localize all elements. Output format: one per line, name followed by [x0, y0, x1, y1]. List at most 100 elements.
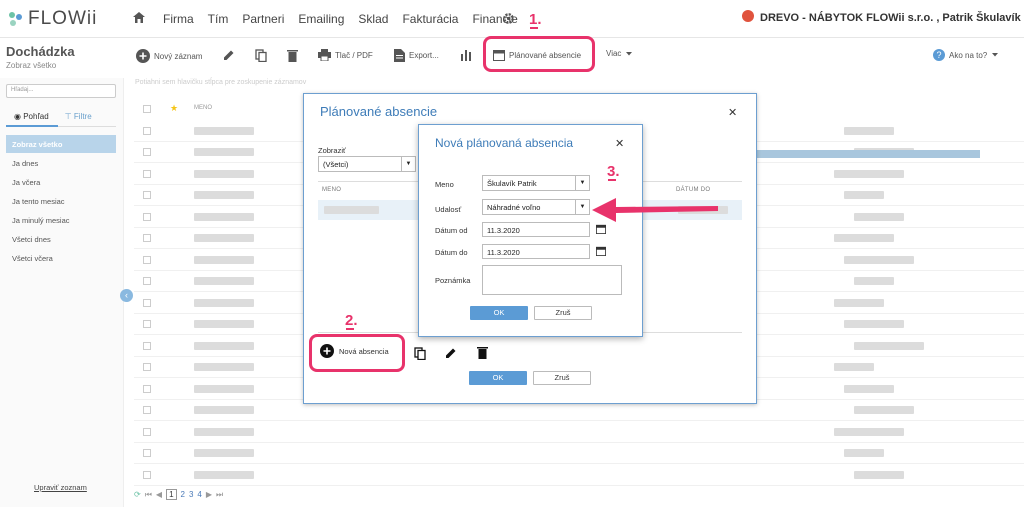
- sidebar-item-all-yesterday[interactable]: Všetci včera: [6, 249, 116, 267]
- row-checkbox[interactable]: [143, 449, 151, 457]
- print-pdf-label: Tlač / PDF: [335, 50, 373, 60]
- row-checkbox[interactable]: [143, 169, 151, 178]
- date-to-field[interactable]: 11.3.2020: [482, 244, 590, 259]
- print-pdf-button[interactable]: Tlač / PDF: [318, 49, 373, 61]
- nav-item-fakturacia[interactable]: Fakturácia: [402, 12, 458, 26]
- help-icon: ?: [933, 49, 945, 61]
- bar-chart-icon[interactable]: [460, 49, 472, 61]
- grid-col-name[interactable]: MENO: [194, 105, 212, 111]
- blurred-cell: [194, 320, 254, 328]
- sidebar-search-input[interactable]: Hľadaj...: [6, 84, 116, 98]
- table-row[interactable]: [134, 421, 1024, 443]
- show-label: Zobraziť: [318, 146, 346, 155]
- page-3[interactable]: 3: [189, 490, 193, 499]
- blurred-cell: [194, 234, 254, 242]
- collapse-sidebar-icon[interactable]: ‹: [120, 289, 133, 302]
- printer-icon: [318, 49, 331, 61]
- select-all-checkbox[interactable]: [143, 105, 151, 113]
- dialog-title: Plánované absencie: [320, 104, 438, 119]
- note-textarea[interactable]: [482, 265, 622, 295]
- page-subtitle: Zobraz všetko: [6, 61, 57, 70]
- sidebar-item-me-last-month[interactable]: Ja minulý mesiac: [6, 211, 116, 229]
- show-select[interactable]: (Všetci) ▼: [318, 156, 416, 172]
- calendar-icon[interactable]: [596, 246, 606, 256]
- nav-item-emailing[interactable]: Emailing: [298, 12, 344, 26]
- tab-filters[interactable]: ⊤ Filtre: [65, 112, 92, 121]
- manage-list-link[interactable]: Upraviť zoznam: [34, 483, 87, 492]
- export-button[interactable]: Export...: [394, 49, 439, 62]
- nav-item-partneri[interactable]: Partneri: [242, 12, 284, 26]
- nav-item-firma[interactable]: Firma: [163, 12, 194, 26]
- row-checkbox[interactable]: [143, 427, 151, 436]
- date-from-field[interactable]: 11.3.2020: [482, 222, 590, 237]
- row-checkbox[interactable]: [143, 341, 151, 350]
- copy-icon[interactable]: [414, 347, 426, 360]
- col-name-header[interactable]: MENO: [322, 187, 341, 193]
- page-4[interactable]: 4: [197, 490, 201, 499]
- row-checkbox[interactable]: [143, 384, 151, 393]
- sidebar-item-me-this-month[interactable]: Ja tento mesiac: [6, 192, 116, 210]
- copy-icon[interactable]: [255, 49, 267, 62]
- notification-badge-icon[interactable]: [742, 10, 754, 22]
- row-checkbox[interactable]: [143, 470, 151, 479]
- row-checkbox[interactable]: [143, 363, 151, 371]
- edit-icon[interactable]: [223, 49, 235, 61]
- sidebar-item-show-all[interactable]: Zobraz všetko: [6, 135, 116, 153]
- row-checkbox[interactable]: [143, 234, 151, 242]
- row-checkbox[interactable]: [143, 255, 151, 264]
- row-checkbox[interactable]: [143, 406, 151, 414]
- row-checkbox[interactable]: [143, 148, 151, 156]
- new-record-button[interactable]: Nový záznam: [136, 49, 202, 63]
- home-icon[interactable]: [132, 11, 146, 24]
- nav-item-tim[interactable]: Tím: [208, 12, 229, 26]
- blurred-cell: [844, 320, 904, 328]
- company-name[interactable]: DREVO - NÁBYTOK FLOWii s.r.o. , Patrik Š…: [760, 12, 1021, 24]
- row-checkbox[interactable]: [143, 320, 151, 328]
- table-row[interactable]: [134, 464, 1024, 486]
- ok-button[interactable]: OK: [469, 371, 527, 385]
- ok-button[interactable]: OK: [470, 306, 528, 320]
- edit-icon[interactable]: [445, 347, 457, 359]
- page-1[interactable]: 1: [166, 489, 177, 500]
- close-icon[interactable]: ✕: [728, 106, 737, 119]
- refresh-icon[interactable]: ⟳: [134, 490, 141, 499]
- page-title: Dochádzka: [6, 44, 75, 59]
- gear-icon[interactable]: [502, 12, 515, 25]
- first-page-icon[interactable]: ⏮: [145, 490, 152, 500]
- nav-item-sklad[interactable]: Sklad: [358, 12, 388, 26]
- page-2[interactable]: 2: [181, 490, 185, 499]
- close-icon[interactable]: ✕: [615, 137, 624, 150]
- row-checkbox[interactable]: [143, 212, 151, 221]
- last-page-icon[interactable]: ⏭: [216, 490, 223, 500]
- sidebar-item-me-today[interactable]: Ja dnes: [6, 154, 116, 172]
- trash-icon[interactable]: [287, 49, 298, 62]
- row-checkbox[interactable]: [143, 298, 151, 307]
- more-dropdown[interactable]: Viac: [606, 49, 633, 58]
- sidebar-item-all-today[interactable]: Všetci dnes: [6, 230, 116, 248]
- row-checkbox[interactable]: [143, 126, 151, 135]
- logo-text: FLOWii: [28, 8, 98, 29]
- star-icon[interactable]: ★: [170, 103, 178, 114]
- table-row[interactable]: [134, 442, 1024, 464]
- prev-page-icon[interactable]: ◀: [156, 490, 162, 499]
- cancel-button[interactable]: Zruš: [533, 371, 591, 385]
- cancel-button[interactable]: Zruš: [534, 306, 592, 320]
- trash-icon[interactable]: [477, 346, 488, 359]
- row-checkbox[interactable]: [143, 277, 151, 285]
- tab-view[interactable]: ◉ Pohľad: [14, 112, 49, 121]
- blurred-cell: [854, 341, 924, 350]
- blurred-cell: [194, 148, 254, 156]
- blurred-cell: [194, 341, 254, 350]
- col-date-to-header[interactable]: DÁTUM DO: [676, 187, 710, 193]
- next-page-icon[interactable]: ▶: [206, 490, 212, 499]
- logo[interactable]: FLOWii: [8, 8, 97, 30]
- step-2-label: 2.: [345, 312, 358, 330]
- name-select[interactable]: Škulavík Patrik ▼: [482, 175, 590, 191]
- sidebar-item-me-yesterday[interactable]: Ja včera: [6, 173, 116, 191]
- help-button[interactable]: ? Ako na to?: [933, 49, 999, 61]
- tab-filters-label: Filtre: [73, 112, 92, 121]
- event-select[interactable]: Náhradné voľno ▼: [482, 199, 590, 215]
- name-select-value: Škulavík Patrik: [487, 179, 537, 188]
- row-checkbox[interactable]: [143, 191, 151, 199]
- blurred-cell: [194, 363, 254, 371]
